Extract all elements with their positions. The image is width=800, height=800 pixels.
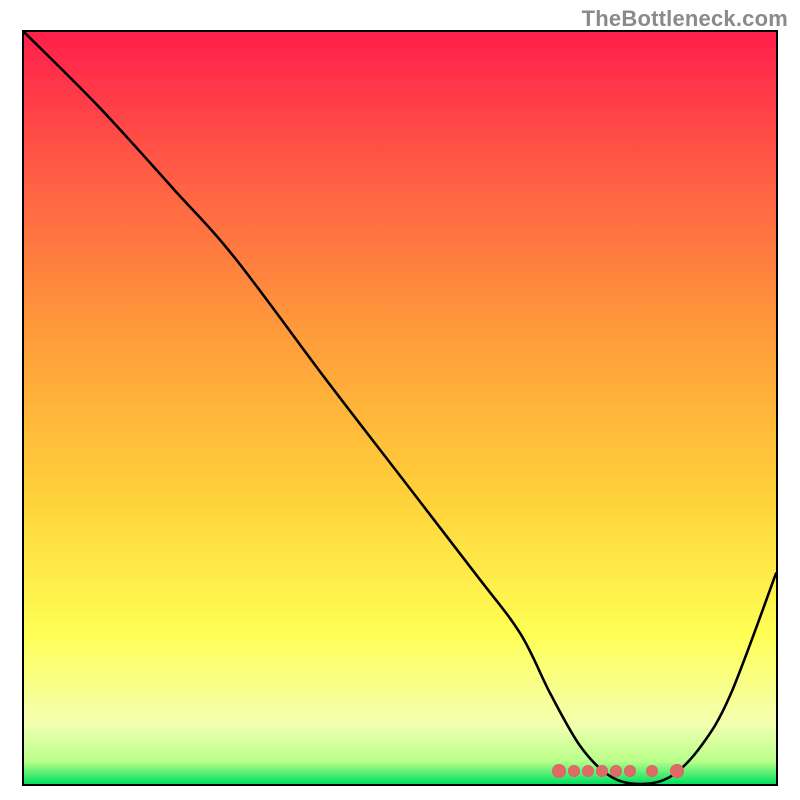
marker-dot	[610, 765, 622, 777]
marker-dot	[670, 764, 684, 778]
marker-dot	[552, 764, 566, 778]
optimal-range-markers	[552, 764, 684, 778]
gradient-background	[24, 32, 776, 784]
marker-dot	[624, 765, 636, 777]
marker-dot	[568, 765, 580, 777]
marker-dot	[596, 765, 608, 777]
marker-dot	[582, 765, 594, 777]
watermark-text: TheBottleneck.com	[582, 6, 788, 32]
chart-frame: TheBottleneck.com	[0, 0, 800, 800]
plot-svg	[24, 32, 776, 784]
plot-area	[22, 30, 778, 786]
marker-dot	[646, 765, 658, 777]
